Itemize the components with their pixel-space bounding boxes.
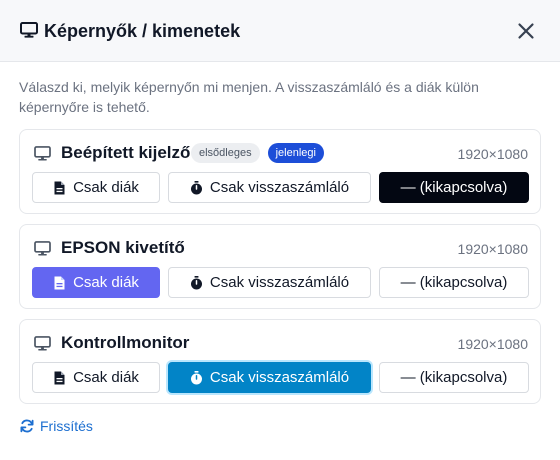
monitor-icon bbox=[34, 241, 51, 256]
button-label: Csak diák bbox=[73, 274, 139, 291]
countdown-only-button[interactable]: Csak visszaszámláló bbox=[168, 172, 371, 203]
display-card-control: Kontrollmonitor 1920×1080 Csak diák Csak… bbox=[19, 319, 541, 404]
stopwatch-icon bbox=[190, 180, 202, 194]
slides-only-button[interactable]: Csak diák bbox=[32, 267, 160, 298]
document-icon bbox=[54, 371, 65, 384]
off-button[interactable]: — (kikapcsolva) bbox=[379, 267, 529, 298]
monitor-icon bbox=[20, 22, 38, 38]
resolution-label: 1920×1080 bbox=[457, 336, 528, 352]
button-label: Csak diák bbox=[73, 179, 139, 196]
countdown-only-button[interactable]: Csak visszaszámláló bbox=[168, 267, 371, 298]
button-label: — (kikapcsolva) bbox=[400, 369, 508, 386]
monitor-icon bbox=[34, 336, 51, 351]
slides-only-button[interactable]: Csak diák bbox=[32, 362, 160, 393]
button-label: — (kikapcsolva) bbox=[400, 179, 508, 196]
refresh-button[interactable]: Frissítés bbox=[20, 418, 93, 434]
resolution-label: 1920×1080 bbox=[457, 146, 528, 162]
off-button[interactable]: — (kikapcsolva) bbox=[379, 172, 529, 203]
stopwatch-icon bbox=[190, 275, 202, 289]
dialog-header: Képernyők / kimenetek bbox=[0, 0, 560, 62]
document-icon bbox=[54, 181, 65, 194]
close-icon[interactable] bbox=[516, 21, 536, 41]
display-card-builtin: Beépített kijelző elsődleges jelenlegi 1… bbox=[19, 129, 541, 214]
current-badge: jelenlegi bbox=[267, 143, 324, 163]
monitor-icon bbox=[34, 146, 51, 161]
intro-text: Válaszd ki, melyik képernyőn mi menjen. … bbox=[19, 79, 479, 115]
button-label: Csak visszaszámláló bbox=[209, 274, 350, 291]
button-label: Csak visszaszámláló bbox=[209, 179, 350, 196]
refresh-icon bbox=[20, 419, 34, 433]
display-card-epson: EPSON kivetítő 1920×1080 Csak diák Csak … bbox=[19, 224, 541, 309]
displays-dialog: Képernyők / kimenetek Válaszd ki, melyik… bbox=[0, 0, 560, 460]
off-button[interactable]: — (kikapcsolva) bbox=[379, 362, 529, 393]
primary-badge: elsődleges bbox=[191, 143, 260, 163]
countdown-only-button[interactable]: Csak visszaszámláló bbox=[168, 362, 371, 393]
display-name: Beépített kijelző bbox=[61, 143, 191, 162]
button-label: — (kikapcsolva) bbox=[400, 274, 508, 291]
button-label: Csak visszaszámláló bbox=[209, 369, 350, 386]
display-name: Kontrollmonitor bbox=[61, 333, 190, 352]
resolution-label: 1920×1080 bbox=[457, 241, 528, 257]
slides-only-button[interactable]: Csak diák bbox=[32, 172, 160, 203]
badge-group: elsődleges jelenlegi bbox=[191, 143, 324, 163]
button-label: Csak diák bbox=[73, 369, 139, 386]
document-icon bbox=[54, 276, 65, 289]
stopwatch-icon bbox=[190, 370, 202, 384]
refresh-label: Frissítés bbox=[40, 418, 93, 434]
display-name: EPSON kivetítő bbox=[61, 238, 185, 257]
dialog-title: Képernyők / kimenetek bbox=[44, 21, 241, 41]
